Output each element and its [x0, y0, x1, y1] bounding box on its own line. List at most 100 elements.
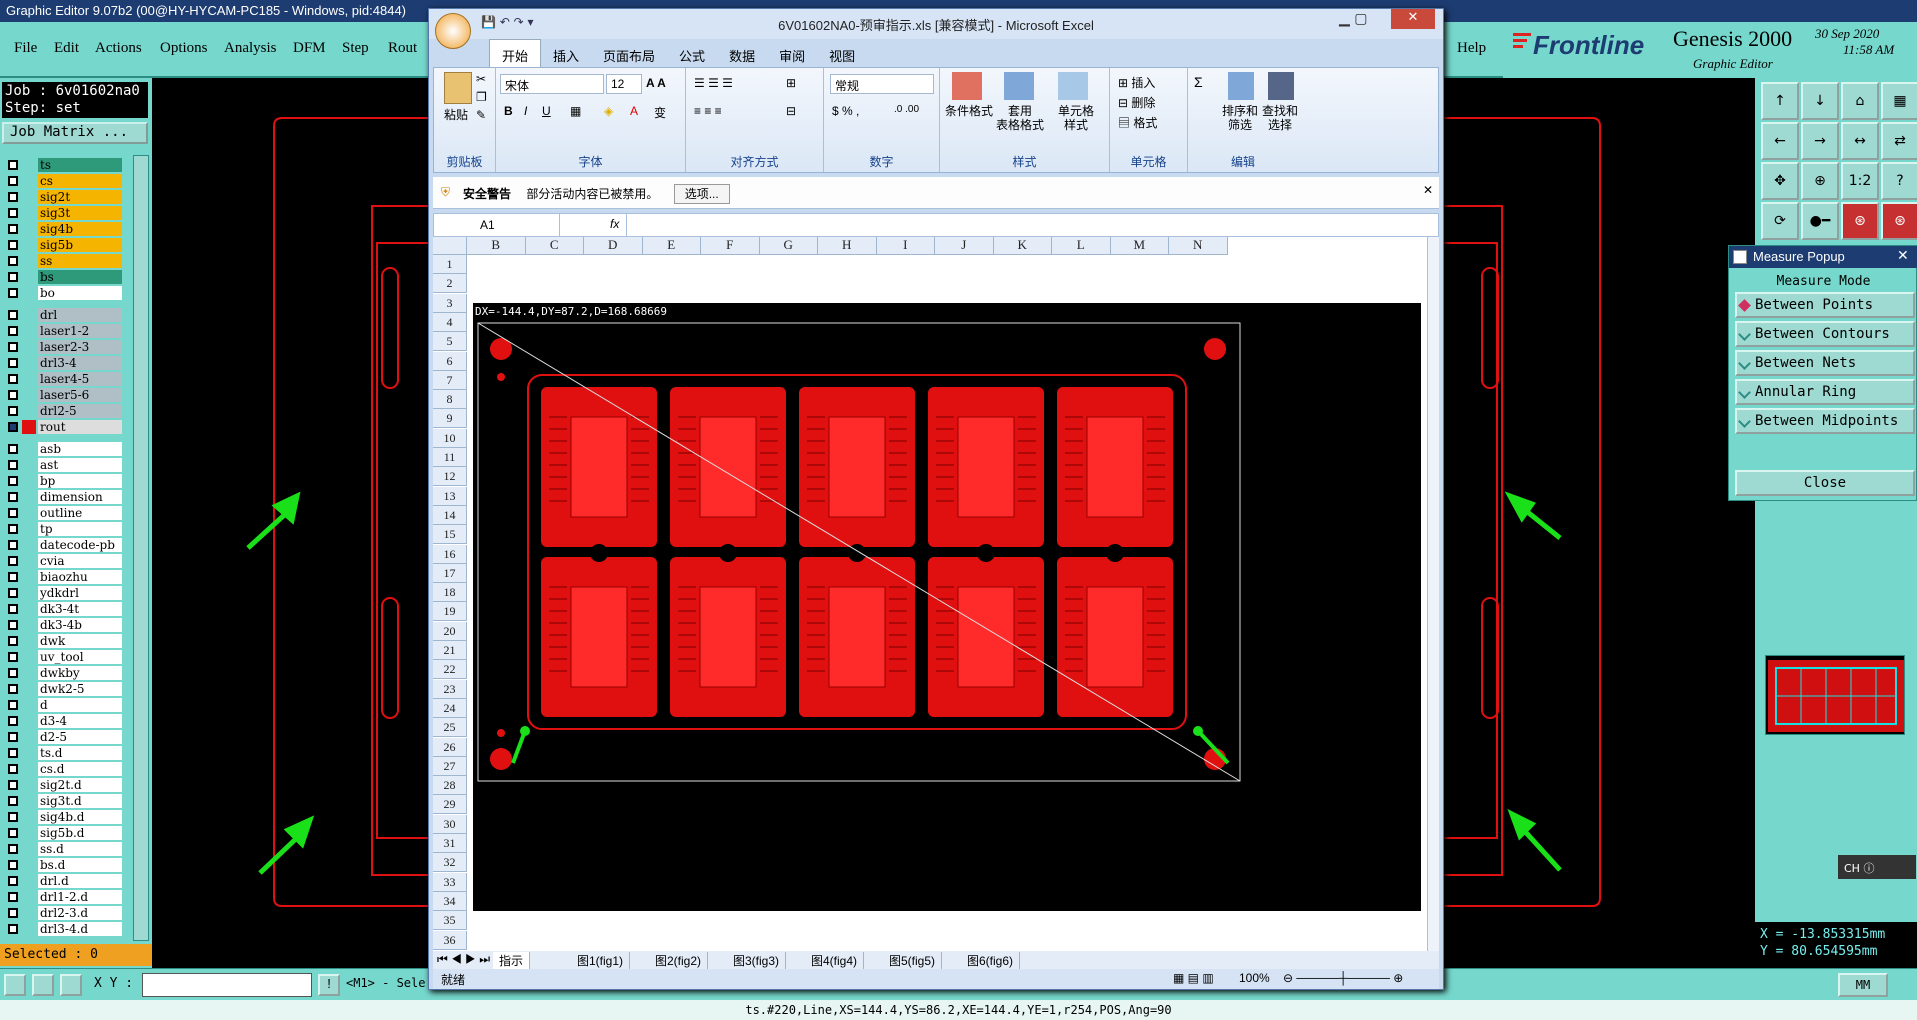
sum-icon[interactable]: Σ	[1194, 74, 1203, 90]
row-header[interactable]: 32	[433, 853, 467, 873]
column-header[interactable]: N	[1169, 237, 1228, 255]
layer-name[interactable]: d3-4	[38, 714, 122, 728]
decimal-icon[interactable]: .0 .00	[894, 104, 919, 115]
layer-name[interactable]: dwkby	[38, 666, 122, 680]
layer-name[interactable]: dimension	[38, 490, 122, 504]
layer-row[interactable]: laser2-3	[2, 339, 122, 355]
menu-help[interactable]: Help	[1457, 40, 1486, 57]
layer-name[interactable]: uv_tool	[38, 650, 122, 664]
cut-icon[interactable]: ✂	[476, 72, 486, 86]
layer-row[interactable]: drl3-4	[2, 355, 122, 371]
copy-icon[interactable]: ❐	[476, 90, 487, 104]
row-header[interactable]: 1	[433, 255, 467, 274]
row-header[interactable]: 29	[433, 795, 467, 815]
layer-name[interactable]: sig3t.d	[38, 794, 122, 808]
layer-checkbox[interactable]	[8, 604, 18, 614]
layer-row[interactable]: dimension	[2, 489, 122, 505]
ch-widget[interactable]: CH ⓘ	[1838, 855, 1916, 879]
layer-name[interactable]: drl.d	[38, 874, 122, 888]
column-header[interactable]: F	[701, 237, 760, 255]
font-name-select[interactable]: 宋体	[500, 74, 604, 94]
column-header[interactable]: G	[759, 237, 818, 255]
row-header[interactable]: 10	[433, 428, 467, 448]
align-top-icon[interactable]: ☰ ☰ ☰	[694, 76, 733, 90]
menu-rout[interactable]: Rout	[388, 40, 417, 57]
font-color-icon[interactable]: A	[630, 104, 638, 118]
row-header[interactable]: 36	[433, 930, 467, 950]
border-icon[interactable]: ▦	[570, 104, 581, 118]
toolbar-tool-icon[interactable]: ✥	[1761, 162, 1799, 200]
layer-checkbox[interactable]	[8, 192, 18, 202]
toolbar-tool-icon[interactable]: ⊛	[1881, 202, 1917, 240]
sheet-nav-icons[interactable]: ⏮ ◀ ▶ ⏭	[437, 952, 490, 967]
toolbar-tool-icon[interactable]: ↓	[1801, 82, 1839, 120]
column-header[interactable]: D	[584, 237, 643, 255]
formula-input[interactable]	[626, 214, 1426, 236]
excel-close-icon[interactable]: ✕	[1391, 9, 1435, 29]
toolbar-tool-icon[interactable]: ⊕	[1801, 162, 1839, 200]
toolbar-tool-icon[interactable]: ⊛	[1841, 202, 1879, 240]
layer-checkbox[interactable]	[8, 588, 18, 598]
layer-checkbox[interactable]	[8, 764, 18, 774]
layer-row[interactable]: tp	[2, 521, 122, 537]
layer-row[interactable]: d	[2, 697, 122, 713]
layer-name[interactable]: sig3t	[38, 206, 122, 220]
layer-checkbox[interactable]	[8, 508, 18, 518]
layer-name[interactable]: ss	[38, 254, 122, 268]
layer-checkbox[interactable]	[8, 668, 18, 678]
font-size-select[interactable]: 12	[606, 74, 642, 94]
layer-row[interactable]: dk3-4b	[2, 617, 122, 633]
layer-scrollbar[interactable]	[133, 155, 149, 941]
column-header[interactable]: L	[1052, 237, 1111, 255]
fx-icon[interactable]: fx	[610, 217, 619, 231]
row-header[interactable]: 27	[433, 756, 467, 776]
mode-between-midpoints[interactable]: Between Midpoints	[1735, 408, 1915, 434]
find-select-button[interactable]: 查找和 选择	[1258, 104, 1302, 132]
row-header[interactable]: 9	[433, 409, 467, 429]
layer-name[interactable]: bs	[38, 270, 122, 284]
row-header[interactable]: 19	[433, 602, 467, 622]
sheet-tab[interactable]: 图1(fig1)	[571, 952, 631, 969]
toolbar-tool-icon[interactable]: 1:2	[1841, 162, 1879, 200]
sheet-tab[interactable]: 图2(fig2)	[649, 952, 709, 969]
toolbar-tool-icon[interactable]: ?	[1881, 162, 1917, 200]
layer-name[interactable]: datecode-pb	[38, 538, 122, 552]
close-icon[interactable]: ✕	[1897, 248, 1909, 264]
layer-row[interactable]: outline	[2, 505, 122, 521]
wrap-text-icon[interactable]: ⊞	[786, 76, 796, 90]
row-header[interactable]: 3	[433, 293, 467, 313]
help-icon[interactable]: ⓘ	[1863, 862, 1874, 875]
row-header[interactable]: 21	[433, 641, 467, 660]
layer-row[interactable]: drl.d	[2, 873, 122, 889]
percent-icon[interactable]: $ % ,	[832, 104, 859, 118]
mode-annular-ring[interactable]: Annular Ring	[1735, 379, 1915, 405]
layer-name[interactable]: drl3-4	[38, 356, 122, 370]
grow-font-icon[interactable]: A A	[646, 76, 666, 90]
layer-name[interactable]: drl	[38, 308, 122, 322]
delete-button[interactable]: ⊟ 删除	[1118, 94, 1155, 111]
layer-name[interactable]: biaozhu	[38, 570, 122, 584]
table-format-button[interactable]: 套用 表格格式	[992, 104, 1048, 132]
layer-name[interactable]: ts	[38, 158, 122, 172]
layer-checkbox[interactable]	[8, 684, 18, 694]
layer-checkbox[interactable]	[8, 390, 18, 400]
row-header[interactable]: 34	[433, 891, 467, 911]
menu-file[interactable]: File	[14, 40, 37, 57]
layer-name[interactable]: sig2t.d	[38, 778, 122, 792]
xy-input[interactable]	[142, 973, 312, 997]
table-format-icon[interactable]	[1004, 72, 1034, 100]
layer-name[interactable]: drl1-2.d	[38, 890, 122, 904]
layer-row[interactable]: datecode-pb	[2, 537, 122, 553]
column-header[interactable]: J	[935, 237, 994, 255]
layer-row[interactable]: drl2-5	[2, 403, 122, 419]
sort-filter-button[interactable]: 排序和 筛选	[1218, 104, 1262, 132]
row-header[interactable]: 6	[433, 351, 467, 371]
security-options-button[interactable]: 选项...	[673, 184, 730, 204]
units-button[interactable]: MM	[1838, 973, 1888, 997]
layer-row[interactable]: laser4-5	[2, 371, 122, 387]
embedded-pcb-image[interactable]: DX=-144.4,DY=87.2,D=168.68669	[473, 303, 1421, 911]
layer-name[interactable]: laser4-5	[38, 372, 122, 386]
toolbar-tool-icon[interactable]: ↔	[1841, 122, 1879, 160]
format-button[interactable]: ▤ 格式	[1118, 114, 1157, 131]
menu-analysis[interactable]: Analysis	[224, 40, 277, 57]
